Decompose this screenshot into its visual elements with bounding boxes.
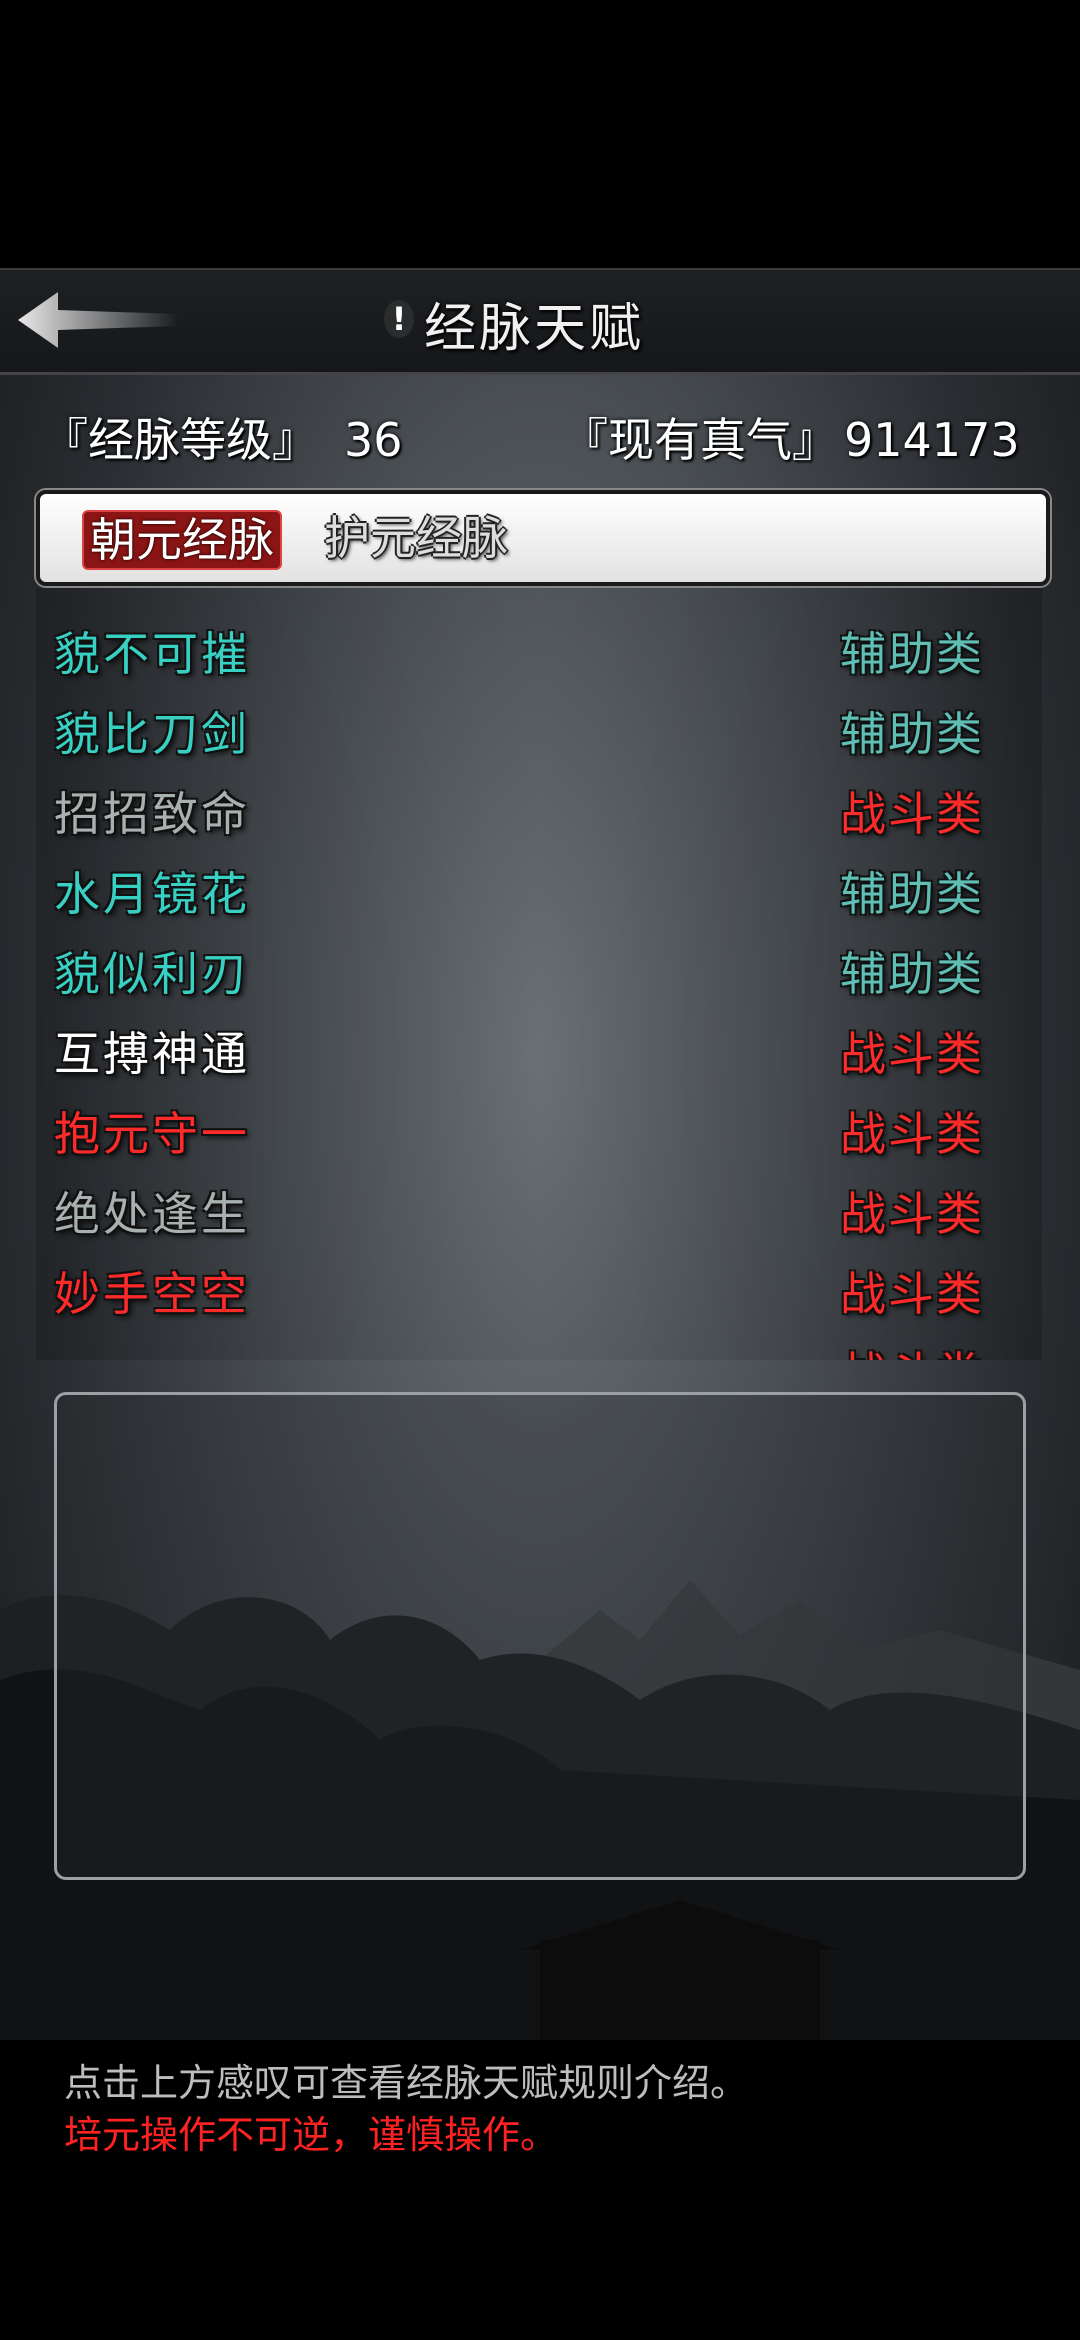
rules-hint-text: 点击上方感叹可查看经脉天赋规则介绍。 — [64, 2061, 749, 2105]
talent-category: 辅助类 — [840, 947, 984, 1001]
talent-name: 貌比刀剑 — [54, 707, 250, 761]
list-item[interactable]: … 战斗类 — [36, 1332, 1042, 1360]
talent-category: 战斗类 — [840, 787, 984, 841]
tab-huyuan-meridian[interactable]: 护元经脉 — [318, 510, 514, 566]
list-item[interactable]: 妙手空空 战斗类 — [36, 1252, 1042, 1324]
talent-name: 水月镜花 — [54, 867, 250, 921]
meridian-level: 『经脉等级』 36 — [42, 404, 403, 470]
list-item[interactable]: 貌似利刃 辅助类 — [36, 932, 1042, 1004]
talent-category: 战斗类 — [840, 1187, 984, 1241]
talent-category: 战斗类 — [840, 1338, 984, 1360]
talent-category: 辅助类 — [840, 627, 984, 681]
back-arrow-icon — [18, 292, 178, 348]
info-exclamation-icon[interactable]: ! — [384, 300, 414, 338]
talent-name: 妙手空空 — [54, 1267, 250, 1321]
talent-name: 招招致命 — [54, 787, 250, 841]
list-item[interactable]: 抱元守一 战斗类 — [36, 1092, 1042, 1164]
talent-name: … — [54, 1338, 103, 1360]
page-title: 经脉天赋 — [424, 299, 645, 359]
back-button[interactable] — [18, 290, 178, 350]
current-qi: 『现有真气』 914173 — [562, 404, 1020, 470]
irreversible-warning-text: 培元操作不可逆，谨慎操作。 — [64, 2113, 559, 2157]
talent-list[interactable]: 貌不可摧 辅助类 貌比刀剑 辅助类 招招致命 战斗类 水月镜花 辅助类 貌似利刃… — [36, 588, 1042, 1360]
status-bar-area — [0, 0, 1080, 268]
talent-name: 貌不可摧 — [54, 627, 250, 681]
talent-category: 战斗类 — [840, 1267, 984, 1321]
talent-category: 战斗类 — [840, 1107, 984, 1161]
talent-name: 貌似利刃 — [54, 947, 250, 1001]
list-item[interactable]: 貌不可摧 辅助类 — [36, 612, 1042, 684]
talent-detail-panel — [54, 1392, 1026, 1880]
list-item[interactable]: 招招致命 战斗类 — [36, 772, 1042, 844]
talent-name: 绝处逢生 — [54, 1187, 250, 1241]
meridian-tabs: 朝元经脉 护元经脉 — [36, 490, 1050, 586]
current-qi-value: 914173 — [844, 413, 1020, 467]
meridian-level-value: 36 — [344, 413, 403, 467]
talent-category: 辅助类 — [840, 707, 984, 761]
tab-chaoyuan-meridian[interactable]: 朝元经脉 — [82, 510, 282, 570]
talent-name: 互搏神通 — [54, 1027, 250, 1081]
talent-name: 抱元守一 — [54, 1107, 250, 1161]
list-item[interactable]: 互搏神通 战斗类 — [36, 1012, 1042, 1084]
meridian-level-label: 『经脉等级』 — [42, 413, 318, 467]
talent-category: 战斗类 — [840, 1027, 984, 1081]
talent-category: 辅助类 — [840, 867, 984, 921]
list-item[interactable]: 貌比刀剑 辅助类 — [36, 692, 1042, 764]
list-item[interactable]: 水月镜花 辅助类 — [36, 852, 1042, 924]
current-qi-label: 『现有真气』 — [562, 413, 838, 467]
list-item[interactable]: 绝处逢生 战斗类 — [36, 1172, 1042, 1244]
